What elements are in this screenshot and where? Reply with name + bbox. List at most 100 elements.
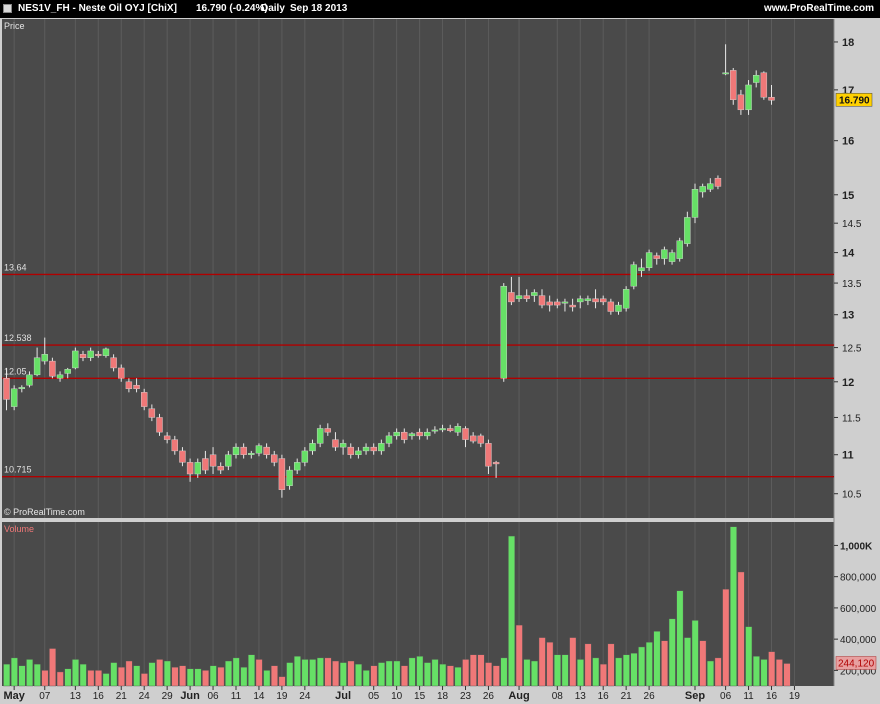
x-tick-label: May	[3, 690, 25, 702]
volume-bar	[186, 668, 194, 687]
volume-bar	[255, 659, 263, 687]
candle-body	[615, 304, 622, 312]
price-tick-label: 12.5	[842, 344, 862, 355]
price-tick-label: 16	[842, 136, 854, 148]
x-tick-label: 13	[575, 691, 587, 702]
price-tick-label: 14	[842, 248, 855, 260]
chart-window: NES1V_FH - Neste Oil OYJ [ChiX] 16.790 (…	[0, 0, 880, 704]
candle-body	[95, 354, 102, 356]
volume-bar	[209, 665, 217, 687]
candle-body	[87, 350, 94, 358]
x-tick-label: 24	[139, 691, 151, 702]
volume-bar	[194, 668, 202, 687]
candle-body	[416, 431, 423, 437]
volume-bar	[56, 671, 64, 687]
candle-body	[179, 450, 186, 463]
candle-body	[316, 428, 324, 444]
candle-body	[294, 462, 301, 471]
candle-body	[745, 84, 752, 111]
volume-bar	[339, 662, 347, 687]
volume-bar	[309, 659, 317, 687]
volume-bar	[102, 673, 110, 687]
volume-bar	[171, 667, 179, 687]
candle-body	[622, 289, 630, 309]
volume-bar	[33, 663, 41, 687]
candle-body	[653, 255, 660, 259]
candle-body	[408, 433, 416, 437]
candle-body	[339, 443, 347, 448]
volume-bar	[676, 590, 684, 687]
candle-body	[33, 357, 41, 376]
volume-bar	[577, 659, 584, 687]
last-volume-label: 244,120	[838, 658, 875, 669]
candle-body	[462, 428, 469, 440]
candle-body	[722, 72, 729, 75]
candle-body	[370, 446, 377, 452]
volume-bar	[645, 642, 653, 687]
candle-body	[523, 295, 530, 299]
candle-body	[255, 445, 263, 454]
volume-bar	[714, 657, 722, 687]
candle-body	[592, 298, 599, 303]
candle-body	[500, 285, 507, 379]
volume-bar	[278, 676, 286, 687]
candle-body	[714, 177, 722, 187]
volume-bar	[546, 642, 554, 687]
candle-body	[378, 443, 385, 452]
volume-bar	[653, 631, 661, 687]
candle-body	[684, 217, 691, 244]
candle-body	[209, 454, 217, 467]
candle-body	[64, 369, 71, 374]
volume-bar	[301, 659, 309, 687]
candle-body	[10, 388, 18, 407]
volume-panel-title: Volume	[4, 524, 34, 534]
volume-bar	[439, 663, 447, 687]
candle-body	[248, 452, 255, 455]
volume-bar	[378, 662, 385, 687]
volume-bar	[523, 659, 531, 687]
candle-body	[676, 240, 683, 259]
candle-body	[538, 295, 546, 306]
x-tick-label: 13	[70, 691, 82, 702]
volume-bar	[454, 667, 462, 687]
volume-bar	[745, 626, 753, 687]
candle-body	[133, 385, 140, 390]
volume-bar	[699, 640, 707, 687]
x-tick-label: 29	[162, 691, 174, 702]
candle-body	[18, 387, 25, 390]
candle-body	[508, 292, 515, 303]
candle-body	[278, 458, 286, 490]
candle-body	[41, 354, 48, 362]
volume-bar	[87, 670, 95, 687]
x-tick-label: 10	[391, 691, 403, 702]
volume-bar	[26, 659, 34, 687]
candle-body	[118, 367, 125, 379]
candle-body	[263, 446, 270, 455]
candle-body	[607, 301, 615, 312]
volume-bar	[668, 618, 676, 687]
x-tick-label: 08	[552, 691, 564, 702]
volume-bar	[179, 665, 187, 687]
volume-bar	[316, 657, 324, 687]
candle-body	[186, 462, 194, 475]
volume-bar	[600, 663, 607, 687]
volume-bar	[294, 656, 301, 687]
volume-bar	[768, 651, 776, 687]
candle-body	[26, 374, 33, 386]
volume-bar	[3, 663, 11, 687]
watermark: © ProRealTime.com	[4, 507, 85, 517]
volume-bar	[492, 665, 500, 687]
candle-body	[148, 408, 156, 418]
x-tick-label: 19	[276, 691, 288, 702]
volume-bar	[118, 667, 125, 687]
volume-bar	[469, 654, 477, 687]
volume-bar	[753, 656, 760, 687]
x-tick-label: 16	[766, 691, 778, 702]
candle-body	[79, 354, 87, 358]
candle-body	[477, 435, 484, 444]
volume-bar	[515, 624, 523, 687]
x-tick-label: 23	[460, 691, 472, 702]
x-tick-label: 06	[720, 691, 732, 702]
price-panel	[2, 19, 834, 518]
last-price-label: 16.790	[839, 95, 870, 106]
